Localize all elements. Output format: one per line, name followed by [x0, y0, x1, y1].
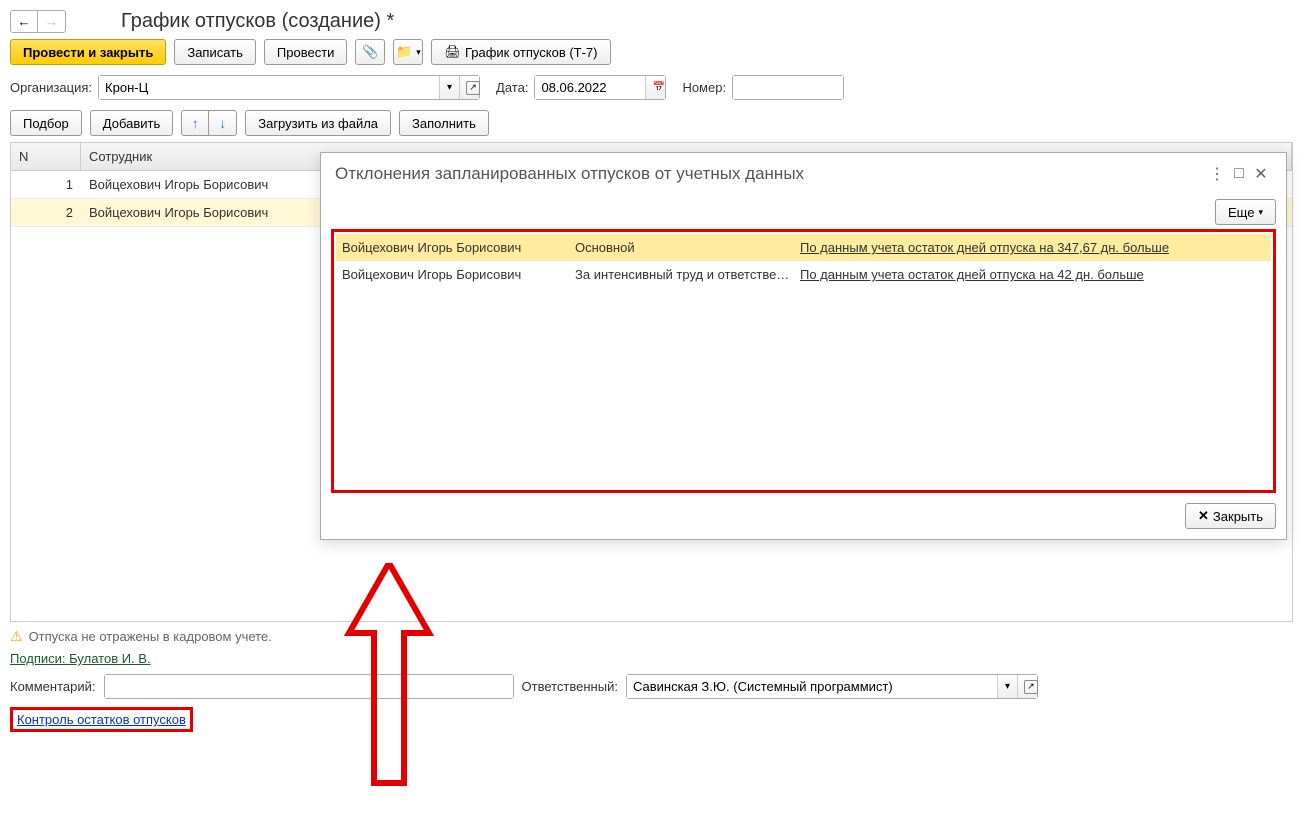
comment-label: Комментарий:	[10, 679, 96, 694]
post-and-close-button[interactable]: Провести и закрыть	[10, 39, 166, 65]
open-icon: ↗	[1024, 680, 1038, 694]
date-label: Дата:	[496, 80, 528, 95]
dialog-more-button[interactable]: Еще ▾	[1215, 199, 1276, 225]
dialog-maximize-button[interactable]: □	[1228, 163, 1250, 185]
printer-icon: 🖨	[444, 44, 461, 60]
date-field[interactable]: 📅	[534, 75, 666, 100]
pick-button[interactable]: Подбор	[10, 110, 82, 136]
fill-button[interactable]: Заполнить	[399, 110, 489, 136]
deviations-table: Войцехович Игорь Борисович Основной По д…	[336, 234, 1271, 288]
org-input[interactable]	[99, 76, 439, 99]
dialog-header: Отклонения запланированных отпусков от у…	[321, 153, 1286, 195]
warning-text: Отпуска не отражены в кадровом учете.	[29, 629, 272, 644]
form-row: Организация: ▾ ↗ Дата: 📅 Номер:	[10, 75, 1293, 100]
org-open-button[interactable]: ↗	[459, 76, 479, 99]
comment-input[interactable]	[105, 675, 513, 698]
folder-icon: 📁	[396, 44, 412, 60]
org-field[interactable]: ▾ ↗	[98, 75, 480, 100]
move-down-button[interactable]: ↓	[209, 110, 237, 136]
dialog-menu-button[interactable]: ⋮	[1206, 163, 1228, 185]
print-button[interactable]: 🖨 График отпусков (Т-7)	[431, 39, 610, 65]
folder-button[interactable]: 📁 ▾	[393, 39, 423, 65]
page-title: График отпусков (создание) *	[121, 10, 394, 33]
main-toolbar: Провести и закрыть Записать Провести 📎 📁…	[10, 39, 1293, 65]
attach-button[interactable]: 📎	[355, 39, 385, 65]
move-up-button[interactable]: ↑	[181, 110, 209, 136]
col-n[interactable]: N	[11, 143, 81, 170]
comment-field[interactable]	[104, 674, 514, 699]
close-icon: ✕	[1198, 508, 1209, 524]
deviations-dialog: Отклонения запланированных отпусков от у…	[320, 152, 1287, 540]
signatures-link[interactable]: Подписи: Булатов И. В.	[10, 651, 151, 666]
num-field[interactable]	[732, 75, 844, 100]
responsible-input[interactable]	[627, 675, 997, 698]
date-picker-button[interactable]: 📅	[645, 76, 665, 99]
control-link-highlight: Контроль остатков отпусков	[10, 707, 193, 732]
deviation-note-link[interactable]: По данным учета остаток дней отпуска на …	[800, 267, 1144, 282]
open-icon: ↗	[466, 81, 480, 95]
forward-button[interactable]: →	[38, 10, 66, 33]
save-button[interactable]: Записать	[174, 39, 256, 65]
responsible-field[interactable]: ▾ ↗	[626, 674, 1038, 699]
responsible-open-button[interactable]: ↗	[1017, 675, 1037, 698]
responsible-dropdown-button[interactable]: ▾	[997, 675, 1017, 698]
dialog-title: Отклонения запланированных отпусков от у…	[335, 164, 1206, 184]
back-button[interactable]: ←	[10, 10, 38, 33]
num-input[interactable]	[733, 76, 843, 99]
paperclip-icon: 📎	[362, 44, 378, 60]
deviation-note-link[interactable]: По данным учета остаток дней отпуска на …	[800, 240, 1169, 255]
responsible-label: Ответственный:	[522, 679, 618, 694]
warning-icon: ⚠	[10, 628, 23, 645]
add-button[interactable]: Добавить	[90, 110, 173, 136]
dialog-table-highlight: Войцехович Игорь Борисович Основной По д…	[331, 229, 1276, 493]
bottom-row: Комментарий: Ответственный: ▾ ↗	[10, 674, 1293, 699]
table-toolbar: Подбор Добавить ↑ ↓ Загрузить из файла З…	[10, 110, 1293, 136]
arrow-down-icon: ↓	[219, 116, 226, 131]
control-balances-link[interactable]: Контроль остатков отпусков	[17, 712, 186, 727]
warning-row: ⚠ Отпуска не отражены в кадровом учете.	[10, 628, 1293, 645]
calendar-icon: 📅	[652, 82, 664, 93]
arrow-up-icon: ↑	[192, 116, 199, 131]
post-button[interactable]: Провести	[264, 39, 348, 65]
org-label: Организация:	[10, 80, 92, 95]
num-label: Номер:	[682, 80, 726, 95]
load-file-button[interactable]: Загрузить из файла	[245, 110, 391, 136]
date-input[interactable]	[535, 76, 645, 99]
deviation-row[interactable]: Войцехович Игорь Борисович Основной По д…	[336, 234, 1271, 261]
org-dropdown-button[interactable]: ▾	[439, 76, 459, 99]
deviation-row[interactable]: Войцехович Игорь Борисович За интенсивны…	[336, 261, 1271, 288]
dialog-close-icon[interactable]: ✕	[1250, 163, 1272, 185]
dialog-close-button[interactable]: ✕ Закрыть	[1185, 503, 1276, 529]
